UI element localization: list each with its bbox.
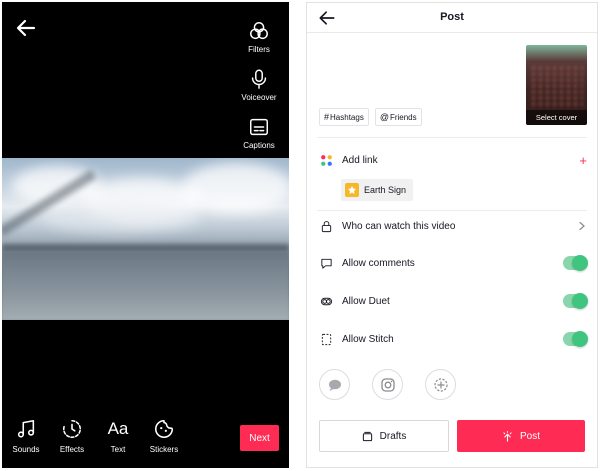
allow-duet-toggle[interactable] (563, 293, 588, 309)
stitch-icon (321, 333, 331, 345)
drafts-button[interactable]: Drafts (319, 420, 449, 452)
earth-sign-chip[interactable]: Earth Sign (341, 179, 414, 201)
allow-duet-row: Allow Duet (319, 291, 588, 311)
chevron-right-icon[interactable] (577, 221, 587, 231)
allow-comments-toggle[interactable] (563, 255, 588, 271)
allow-stitch-row: Allow Stitch (319, 329, 588, 349)
video-preview (2, 158, 289, 320)
earth-sign-icon (348, 186, 356, 194)
earth-sign-label: Earth Sign (364, 185, 407, 195)
post-button[interactable]: Post (457, 420, 585, 452)
microphone-icon (251, 69, 267, 89)
hashtag-icon: # (324, 112, 330, 122)
hashtags-chip[interactable]: # Hashtags (319, 108, 369, 126)
filters-icon (250, 22, 268, 40)
post-actions: Drafts Post (319, 420, 585, 452)
effects-label: Effects (59, 445, 85, 454)
effects-button[interactable]: Effects (56, 417, 88, 454)
video-editor: Filters Voiceover Captions Sounds Effect… (2, 2, 289, 468)
captions-icon (250, 118, 268, 136)
post-header: Post (307, 3, 597, 33)
captions-label: Captions (243, 141, 275, 150)
friends-chip[interactable]: @ Friends (374, 108, 422, 126)
filters-button[interactable]: Filters (237, 20, 281, 54)
text-label: Text (110, 445, 126, 454)
text-button[interactable]: Aa Text (102, 417, 134, 454)
divider (317, 137, 587, 138)
add-link-row[interactable]: Add link + (319, 150, 587, 170)
cover-thumbnail[interactable]: Select cover (526, 45, 587, 125)
post-button-label: Post (519, 430, 540, 442)
allow-stitch-label: Allow Stitch (342, 333, 394, 345)
editor-side-tools: Filters Voiceover Captions (237, 20, 281, 164)
music-note-icon (17, 419, 35, 438)
share-message-button[interactable] (319, 369, 350, 400)
message-bubble-icon (328, 379, 341, 391)
effects-timer-icon (62, 419, 81, 439)
captions-button[interactable]: Captions (237, 116, 281, 150)
share-instagram-button[interactable] (372, 369, 403, 400)
sounds-label: Sounds (12, 445, 40, 454)
drafts-icon (362, 431, 372, 441)
allow-duet-label: Allow Duet (342, 295, 390, 307)
allow-comments-row: Allow comments (319, 253, 588, 273)
editor-bottom-tools: Sounds Effects Aa Text Stickers (10, 417, 180, 454)
at-icon: @ (379, 112, 389, 122)
post-screen: Post Select cover # Hashtags @ Friends Add… (306, 2, 598, 468)
divider (317, 210, 587, 211)
sounds-button[interactable]: Sounds (10, 417, 42, 454)
text-aa-icon: Aa (107, 419, 129, 438)
add-link-plus-icon[interactable]: + (579, 153, 587, 168)
add-link-dots-icon (320, 154, 332, 166)
allow-stitch-toggle[interactable] (563, 331, 588, 347)
add-circle-icon (433, 377, 448, 392)
add-link-label: Add link (342, 154, 378, 166)
drafts-label: Drafts (379, 430, 407, 442)
instagram-icon (380, 377, 395, 392)
back-arrow-icon[interactable] (14, 16, 38, 40)
stickers-label: Stickers (149, 445, 179, 454)
lock-icon (321, 220, 331, 232)
privacy-row[interactable]: Who can watch this video (319, 216, 587, 236)
tag-chips: # Hashtags @ Friends (319, 108, 422, 126)
post-upload-icon (503, 430, 512, 442)
select-cover-label: Select cover (526, 110, 587, 125)
share-options (319, 369, 456, 400)
allow-comments-label: Allow comments (342, 257, 415, 269)
hashtags-label: Hashtags (330, 112, 364, 122)
stickers-button[interactable]: Stickers (148, 417, 180, 454)
voiceover-button[interactable]: Voiceover (237, 68, 281, 102)
share-add-button[interactable] (425, 369, 456, 400)
friends-label: Friends (389, 112, 417, 122)
page-title: Post (440, 11, 464, 23)
voiceover-label: Voiceover (241, 93, 277, 102)
sticker-icon (155, 419, 174, 438)
privacy-label: Who can watch this video (342, 220, 456, 232)
comment-icon (320, 258, 332, 269)
duet-icon (320, 297, 332, 305)
next-button[interactable]: Next (240, 425, 279, 451)
filters-label: Filters (248, 45, 270, 54)
